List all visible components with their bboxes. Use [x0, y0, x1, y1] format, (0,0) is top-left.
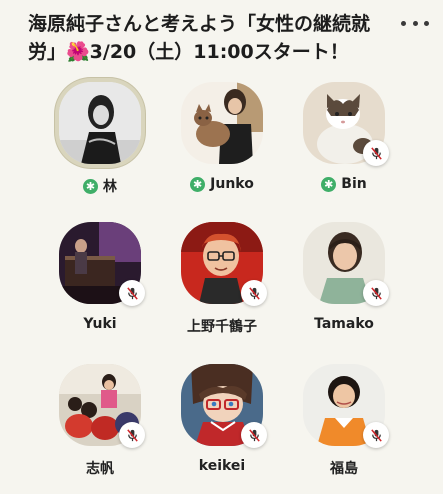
more-dots-icon[interactable] — [401, 16, 429, 30]
room-title: 海原純子さんと考えよう「女性の継続就 労」🌺3/20（土）11:00スタート！ — [28, 10, 388, 66]
room-title-line-2: 労」🌺3/20（土）11:00スタート！ — [28, 41, 349, 63]
mic-muted-icon — [363, 140, 389, 166]
moderator-star-icon: ✱ — [321, 176, 337, 192]
speaker-name-row: Tamako — [284, 316, 404, 332]
speaker-name-row: 志帆 — [40, 458, 160, 478]
mic-muted-icon — [241, 422, 267, 448]
speaker-tile-5[interactable]: 上野千鶴子 — [162, 222, 282, 342]
speaker-name-row: Yuki — [40, 316, 160, 332]
speaker-tile-8[interactable]: keikei — [162, 364, 282, 484]
speaker-tile-6[interactable]: Tamako — [284, 222, 404, 342]
speaker-name-row: keikei — [162, 458, 282, 474]
avatar-image — [181, 82, 263, 164]
speaker-tile-2[interactable]: ✱ Junko — [162, 82, 282, 202]
room-title-line-1: 海原純子さんと考えよう「女性の継続就 — [28, 13, 371, 35]
speaker-name: Yuki — [83, 316, 117, 332]
mic-muted-icon — [119, 280, 145, 306]
speaker-name: Bin — [341, 176, 367, 192]
speaker-tile-4[interactable]: Yuki — [40, 222, 160, 342]
speaker-name: 志帆 — [86, 461, 114, 477]
mic-muted-icon — [119, 422, 145, 448]
mic-muted-icon — [363, 422, 389, 448]
speaker-name: Tamako — [314, 316, 374, 332]
speaker-name-row: ✱ Junko — [162, 176, 282, 192]
speaker-tile-3[interactable]: ✱ Bin — [284, 82, 404, 202]
room-header: 海原純子さんと考えよう「女性の継続就 労」🌺3/20（土）11:00スタート！ — [0, 0, 443, 70]
mic-muted-icon — [241, 280, 267, 306]
speaker-tile-9[interactable]: 福島 — [284, 364, 404, 484]
avatar[interactable] — [181, 82, 263, 164]
moderator-star-icon: ✱ — [83, 178, 98, 194]
speaker-name: 上野千鶴子 — [187, 319, 257, 335]
avatar-image — [59, 82, 141, 164]
speaker-name-row: ✱ Bin — [284, 176, 404, 192]
mic-muted-icon — [363, 280, 389, 306]
speaker-tile-7[interactable]: 志帆 — [40, 364, 160, 484]
speaker-name-row: ✱ 林 — [40, 176, 160, 196]
speaker-name: 福島 — [330, 461, 358, 477]
speaker-name: Junko — [210, 176, 254, 192]
speaker-tile-1[interactable]: ✱ 林 — [40, 82, 160, 202]
speaker-name-row: 福島 — [284, 458, 404, 478]
speaker-name: 林 — [103, 179, 117, 195]
moderator-star-icon: ✱ — [190, 176, 206, 192]
avatar[interactable] — [59, 82, 141, 164]
speaker-name: keikei — [198, 458, 246, 474]
speaker-name-row: 上野千鶴子 — [162, 316, 282, 336]
